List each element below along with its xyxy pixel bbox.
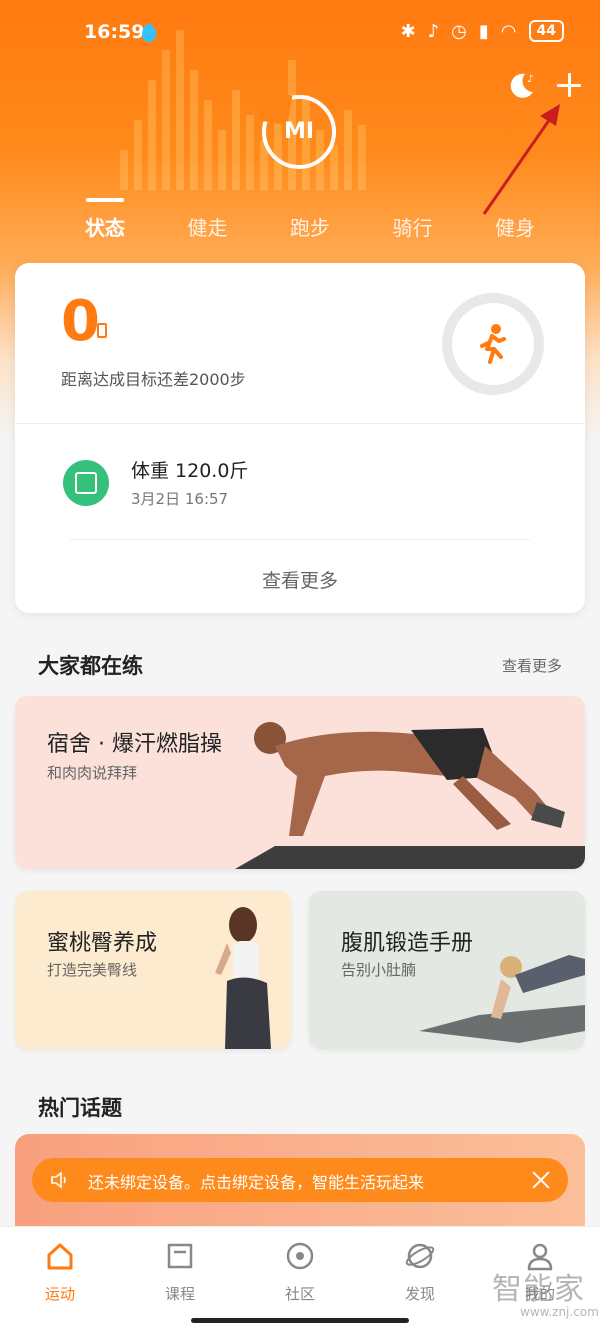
alarm-icon: ◷: [451, 20, 467, 42]
summary-card[interactable]: 0 距离达成目标还差2000步 体重 120.0斤 3月2日 16:57 查看更…: [15, 263, 585, 613]
weight-scale-icon: [63, 460, 109, 506]
home-icon: [47, 1243, 73, 1270]
glute-model-image: [215, 907, 271, 1049]
training-view-more-link[interactable]: 查看更多: [502, 655, 562, 676]
discover-icon: [405, 1243, 435, 1269]
featured-workout-subtitle: 和肉肉说拜拜: [47, 764, 138, 782]
sport-tabs: 状态 健走 跑步 骑行 健身: [60, 198, 560, 241]
nav-item-course[interactable]: 课程: [135, 1241, 225, 1304]
watermark-brand: 智能家: [492, 1272, 585, 1307]
nav-item-discover[interactable]: 发现: [375, 1241, 465, 1304]
weight-value[interactable]: 体重 120.0斤: [131, 456, 248, 483]
add-button[interactable]: [554, 70, 584, 100]
weight-date: 3月2日 16:57: [131, 490, 229, 508]
nav-label: 发现: [404, 1285, 435, 1303]
status-bar: 16:59 ✱ ♪ ◷ ▮ ◠ 44: [0, 18, 600, 50]
walk-icon: [480, 324, 506, 364]
mi-logo: MI: [257, 90, 336, 169]
phone-icon: [97, 323, 107, 338]
status-icons: ✱ ♪ ◷ ▮ ◠ 44: [401, 20, 564, 42]
featured-workout-title: 宿舍 · 爆汗燃脂操: [47, 732, 222, 757]
tab-cycling[interactable]: 骑行: [368, 212, 458, 241]
signal-icon: ▮: [478, 20, 489, 42]
training-section-title: 大家都在练: [38, 654, 143, 678]
nav-label: 社区: [284, 1285, 315, 1303]
step-count: 0: [61, 289, 100, 354]
bind-device-toast[interactable]: 还未绑定设备。点击绑定设备，智能生活玩起来: [32, 1158, 568, 1202]
mi-logo-text: MI: [283, 119, 315, 144]
course-icon: [167, 1243, 193, 1269]
sleep-mode-icon[interactable]: ♪: [505, 70, 537, 102]
watermark-url: www.znj.com: [520, 1305, 599, 1319]
svg-text:♪: ♪: [527, 74, 533, 85]
goal-text: 距离达成目标还差2000步: [61, 370, 246, 389]
notification-drop-icon: [142, 24, 156, 42]
divider: [70, 539, 530, 540]
battery-icon: 44: [528, 20, 564, 42]
community-icon: [286, 1242, 314, 1270]
walk-ring[interactable]: [442, 293, 544, 395]
nav-item-community[interactable]: 社区: [255, 1241, 345, 1304]
toast-message: 还未绑定设备。点击绑定设备，智能生活玩起来: [88, 1173, 425, 1192]
nav-label: 运动: [44, 1285, 75, 1303]
featured-workout-card[interactable]: 宿舍 · 爆汗燃脂操 和肉肉说拜拜: [15, 696, 585, 869]
close-icon[interactable]: [528, 1167, 554, 1193]
nav-item-sport[interactable]: 运动: [15, 1241, 105, 1304]
nav-label: 课程: [164, 1285, 195, 1303]
tab-status[interactable]: 状态: [60, 198, 150, 241]
view-more-link[interactable]: 查看更多: [15, 566, 585, 593]
divider: [15, 423, 585, 424]
plank-athlete-image: [235, 722, 585, 869]
glute-workout-card[interactable]: 蜜桃臀养成 打造完美臀线: [15, 891, 291, 1049]
speaker-icon: [51, 1171, 66, 1189]
tab-fitness[interactable]: 健身: [470, 212, 560, 241]
abs-workout-subtitle: 告别小肚腩: [341, 961, 417, 979]
wifi-icon: ◠: [500, 20, 517, 42]
bluetooth-icon: ✱: [400, 20, 416, 42]
tab-walking[interactable]: 健走: [163, 212, 253, 241]
topics-section-title: 热门话题: [38, 1096, 122, 1120]
plank-woman-image: [419, 955, 585, 1043]
status-time: 16:59: [84, 21, 145, 43]
abs-workout-card[interactable]: 腹肌锻造手册 告别小肚腩: [309, 891, 585, 1049]
glute-workout-title: 蜜桃臀养成: [47, 931, 158, 956]
glute-workout-subtitle: 打造完美臀线: [47, 961, 138, 979]
tab-running[interactable]: 跑步: [265, 212, 355, 241]
mute-icon: ♪: [427, 20, 440, 42]
home-indicator: [191, 1318, 409, 1323]
